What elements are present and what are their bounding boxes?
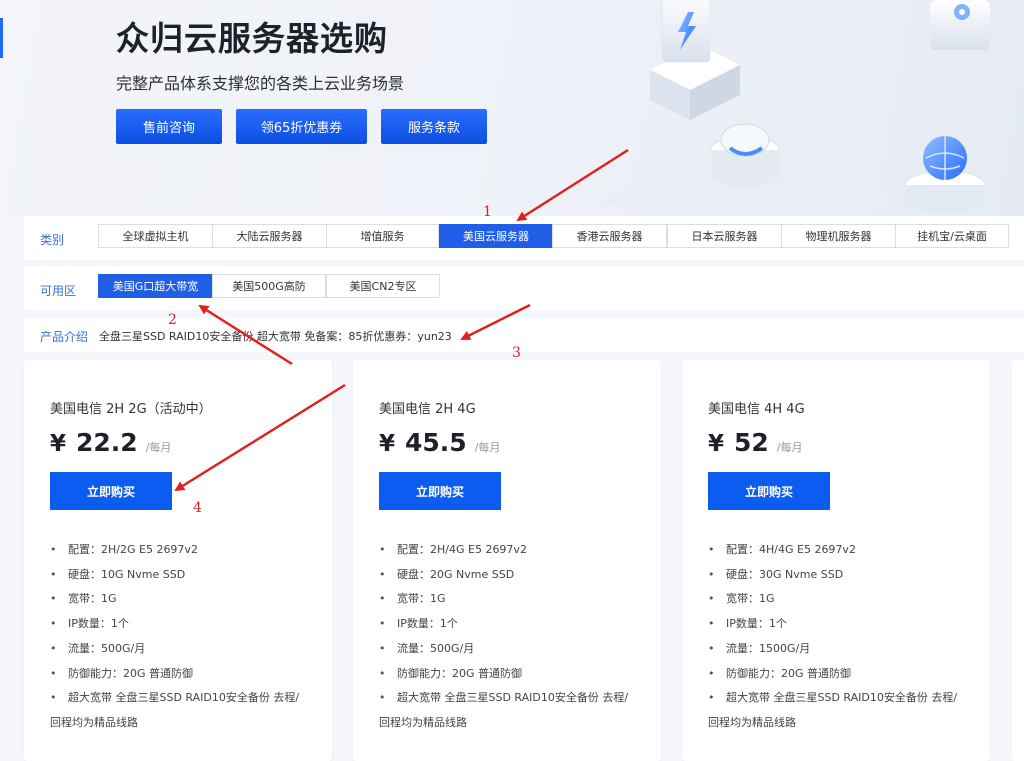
spec-config: 配置：2H/2G E5 2697v2 [50, 538, 320, 563]
spec-traffic: 流量：500G/月 [50, 637, 320, 662]
spec-list: 配置：2H/2G E5 2697v2 硬盘：10G Nvme SSD 宽带：1G… [50, 538, 320, 736]
tab-us-g-port[interactable]: 美国G口超大带宽 [98, 274, 213, 298]
product-card: 美国电信 4H 4G ¥ 52 /每月 立即购买 配置：4H/4G E5 269… [682, 360, 990, 761]
zone-label: 可用区 [40, 284, 77, 298]
product-card: 美国电信 2H 2G（活动中） ¥ 22.2 /每月 立即购买 配置：2H/2G… [24, 360, 332, 761]
spec-disk: 硬盘：30G Nvme SSD [708, 563, 978, 588]
product-title: 美国电信 2H 2G（活动中） [50, 402, 212, 417]
spec-ip-count: IP数量：1个 [50, 612, 320, 637]
spec-list: 配置：4H/4G E5 2697v2 硬盘：30G Nvme SSD 宽带：1G… [708, 538, 978, 736]
spec-bandwidth: 宽带：1G [50, 587, 320, 612]
currency-symbol: ¥ [50, 431, 67, 457]
presale-consult-button[interactable]: 售前咨询 [116, 109, 222, 144]
price-value: 22.2 [76, 428, 138, 457]
tab-japan-cloud[interactable]: 日本云服务器 [667, 224, 782, 248]
annotation-label-4: 4 [193, 500, 202, 516]
price-row: ¥ 22.2 /每月 [50, 428, 171, 457]
currency-symbol: ¥ [708, 431, 725, 457]
price-row: ¥ 45.5 /每月 [379, 428, 500, 457]
annotation-label-3: 3 [512, 345, 521, 361]
spec-list: 配置：2H/4G E5 2697v2 硬盘：20G Nvme SSD 宽带：1G… [379, 538, 649, 736]
price-unit: /每月 [776, 441, 803, 454]
spec-defense: 防御能力：20G 普通防御 [708, 662, 978, 687]
annotation-label-2: 2 [168, 312, 177, 328]
price-unit: /每月 [474, 441, 501, 454]
tab-hk-cloud[interactable]: 香港云服务器 [552, 224, 667, 248]
tab-vps-desktop[interactable]: 挂机宝/云桌面 [895, 224, 1009, 248]
coupon-button[interactable]: 领65折优惠券 [236, 109, 367, 144]
spec-defense: 防御能力：20G 普通防御 [379, 662, 649, 687]
tab-global-hosting[interactable]: 全球虚拟主机 [98, 224, 213, 248]
tab-us-cn2[interactable]: 美国CN2专区 [326, 274, 440, 298]
price-unit: /每月 [145, 441, 172, 454]
tab-value-added[interactable]: 增值服务 [326, 224, 439, 248]
tab-mainland-cloud[interactable]: 大陆云服务器 [212, 224, 327, 248]
spec-bandwidth: 宽带：1G [708, 587, 978, 612]
price-value: 45.5 [405, 428, 467, 457]
spec-note-line2: 回程均为精品线路 [379, 715, 467, 729]
spec-note: 超大宽带 全盘三星SSD RAID10安全备份 去程/回程均为精品线路 [708, 686, 978, 735]
buy-now-button[interactable]: 立即购买 [379, 472, 501, 510]
product-title: 美国电信 2H 4G [379, 402, 476, 417]
hero-banner: 众归云服务器选购 完整产品体系支撑您的各类上云业务场景 售前咨询 领65折优惠券… [0, 0, 1024, 216]
currency-symbol: ¥ [379, 431, 396, 457]
page-subtitle: 完整产品体系支撑您的各类上云业务场景 [116, 74, 405, 93]
intro-label: 产品介绍 [40, 330, 89, 344]
spec-traffic: 流量：500G/月 [379, 637, 649, 662]
price-value: 52 [734, 428, 769, 457]
category-panel: 类别 全球虚拟主机 大陆云服务器 增值服务 美国云服务器 香港云服务器 日本云服… [24, 216, 1024, 260]
zone-panel: 可用区 美国G口超大带宽 美国500G高防 美国CN2专区 [24, 266, 1024, 310]
tab-us-cloud[interactable]: 美国云服务器 [439, 224, 553, 248]
spec-note-line2: 回程均为精品线路 [50, 715, 138, 729]
spec-note-line1: 超大宽带 全盘三星SSD RAID10安全备份 去程/ [68, 691, 300, 705]
spec-note: 超大宽带 全盘三星SSD RAID10安全备份 去程/回程均为精品线路 [50, 686, 320, 735]
product-card: 美国电信 2H 4G ¥ 45.5 /每月 立即购买 配置：2H/4G E5 2… [353, 360, 661, 761]
isometric-illustration [600, 0, 990, 216]
spec-bandwidth: 宽带：1G [379, 587, 649, 612]
page-title: 众归云服务器选购 [116, 19, 388, 58]
spec-ip-count: IP数量：1个 [379, 612, 649, 637]
spec-note: 超大宽带 全盘三星SSD RAID10安全备份 去程/回程均为精品线路 [379, 686, 649, 735]
buy-now-button[interactable]: 立即购买 [50, 472, 172, 510]
spec-defense: 防御能力：20G 普通防御 [50, 662, 320, 687]
tab-us-500g-defense[interactable]: 美国500G高防 [212, 274, 326, 298]
left-accent-bar [0, 18, 3, 58]
terms-button[interactable]: 服务条款 [381, 109, 487, 144]
spec-config: 配置：4H/4G E5 2697v2 [708, 538, 978, 563]
category-label: 类别 [40, 233, 65, 247]
tab-physical-server[interactable]: 物理机服务器 [781, 224, 896, 248]
spec-disk: 硬盘：20G Nvme SSD [379, 563, 649, 588]
spec-note-line2: 回程均为精品线路 [708, 715, 796, 729]
price-row: ¥ 52 /每月 [708, 428, 803, 457]
product-title: 美国电信 4H 4G [708, 402, 805, 417]
spec-ip-count: IP数量：1个 [708, 612, 978, 637]
spec-note-line1: 超大宽带 全盘三星SSD RAID10安全备份 去程/ [726, 691, 958, 705]
product-card-partial [1012, 360, 1024, 761]
spec-config: 配置：2H/4G E5 2697v2 [379, 538, 649, 563]
spec-note-line1: 超大宽带 全盘三星SSD RAID10安全备份 去程/ [397, 691, 629, 705]
intro-text: 全盘三星SSD RAID10安全备份 超大宽带 免备案：85折优惠券：yun23 [99, 330, 452, 343]
annotation-label-1: 1 [483, 204, 492, 220]
spec-disk: 硬盘：10G Nvme SSD [50, 563, 320, 588]
spec-traffic: 流量：1500G/月 [708, 637, 978, 662]
buy-now-button[interactable]: 立即购买 [708, 472, 830, 510]
